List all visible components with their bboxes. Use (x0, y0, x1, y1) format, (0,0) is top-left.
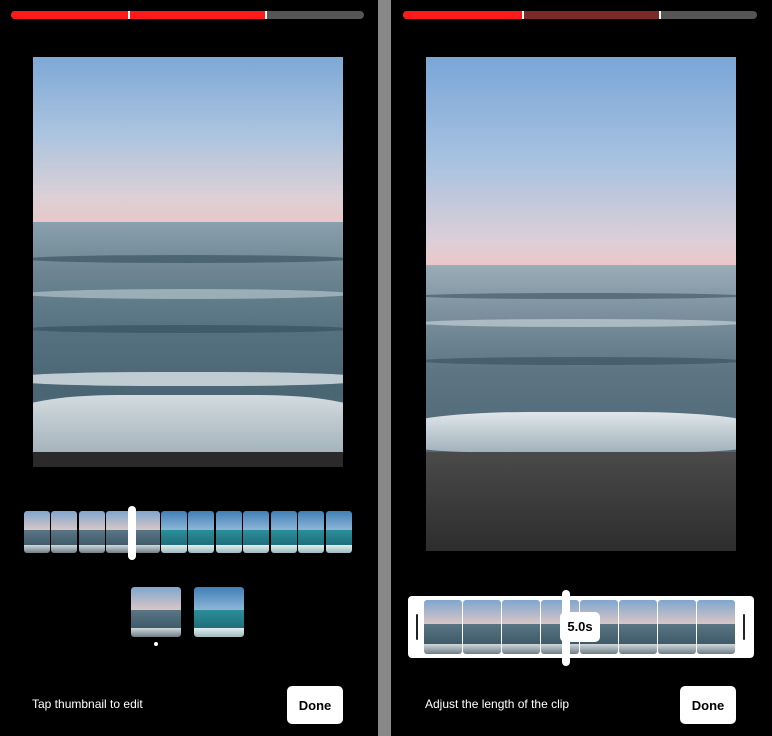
progress-segment-1 (403, 11, 522, 19)
strip-frame (424, 600, 462, 654)
frame-scrubber-handle[interactable] (128, 506, 136, 560)
trim-editor-panel: 5.0s Adjust the length of the clip Done (391, 0, 772, 736)
strip-frame (463, 600, 501, 654)
strip-frame (24, 511, 50, 553)
done-button[interactable]: Done (680, 686, 736, 724)
progress-segment-1 (11, 11, 128, 19)
video-preview[interactable] (426, 57, 736, 551)
clip-duration-badge: 5.0s (560, 612, 600, 642)
instruction-text: Adjust the length of the clip (425, 697, 570, 711)
strip-frame (134, 511, 160, 553)
thumbnail-option[interactable] (194, 587, 244, 637)
strip-frame (697, 600, 735, 654)
strip-frame (502, 600, 540, 654)
video-preview[interactable] (33, 57, 343, 467)
story-progress-bar (11, 11, 364, 19)
strip-frame (326, 511, 352, 553)
strip-frame (271, 511, 297, 553)
trim-start-handle[interactable] (416, 614, 418, 640)
thumbnail-editor-panel: Tap thumbnail to edit Done (0, 0, 378, 736)
done-button[interactable]: Done (287, 686, 343, 724)
strip-frame (619, 600, 657, 654)
selected-indicator-dot (154, 642, 158, 646)
strip-frame (243, 511, 269, 553)
progress-divider (659, 11, 661, 19)
strip-frame (658, 600, 696, 654)
progress-divider (265, 11, 267, 19)
strip-frame (79, 511, 105, 553)
trim-end-handle[interactable] (743, 614, 745, 640)
strip-frame (298, 511, 324, 553)
strip-frame (216, 511, 242, 553)
progress-segment-2 (130, 11, 265, 19)
instruction-text: Tap thumbnail to edit (32, 697, 143, 711)
story-progress-bar (403, 11, 757, 19)
strip-frame (51, 511, 77, 553)
strip-frame (188, 511, 214, 553)
strip-frame (161, 511, 187, 553)
thumbnail-option-selected[interactable] (131, 587, 181, 637)
frame-strip[interactable] (24, 511, 352, 553)
progress-segment-2 (524, 11, 659, 19)
